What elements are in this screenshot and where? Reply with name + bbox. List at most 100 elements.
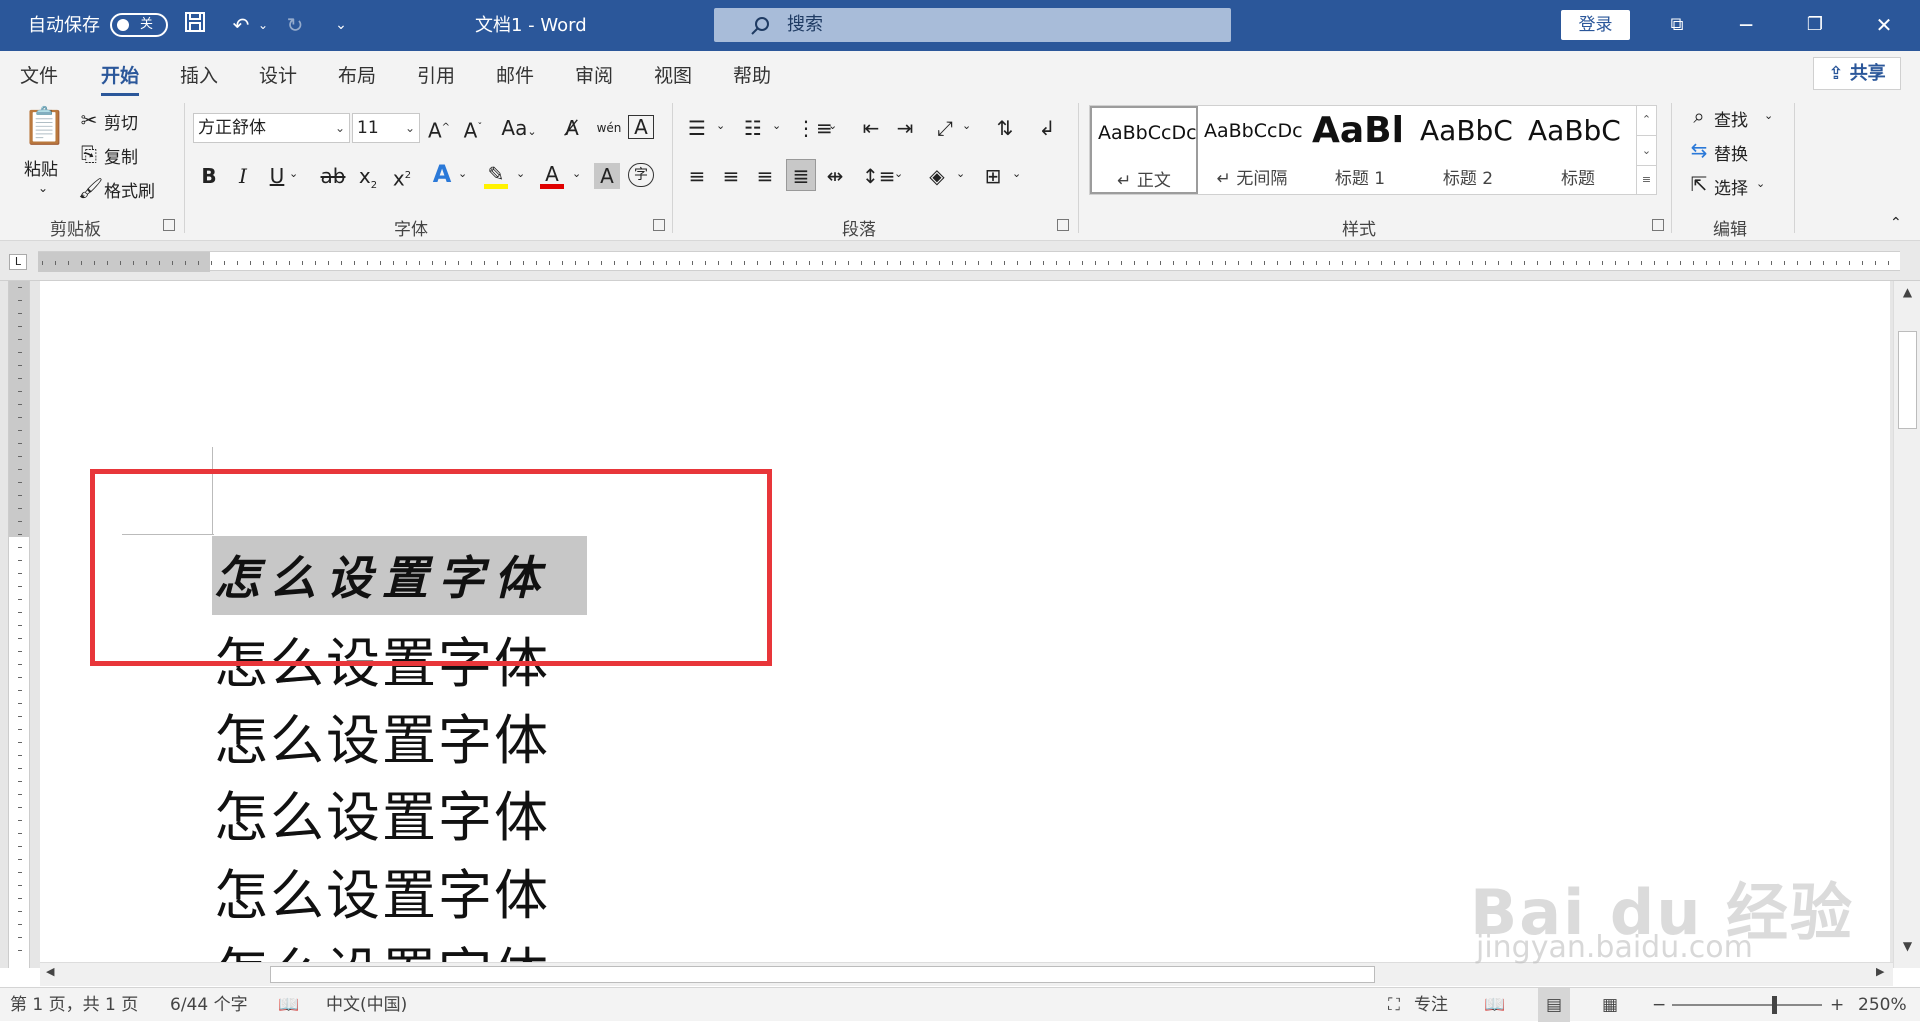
numbering-dropdown-icon[interactable]: ⌄ — [772, 119, 781, 132]
tab-layout[interactable]: 布局 — [338, 61, 376, 88]
show-marks-icon[interactable]: ↲ — [1034, 115, 1060, 141]
align-right-icon[interactable]: ≡ — [752, 163, 778, 189]
page-count[interactable]: 第 1 页，共 1 页 — [10, 988, 138, 1022]
character-border-icon[interactable]: A — [628, 115, 654, 139]
strikethrough-icon[interactable]: ab — [318, 163, 348, 189]
font-color-dropdown-icon[interactable]: ⌄ — [572, 167, 581, 180]
close-icon[interactable]: ✕ — [1869, 10, 1899, 40]
zoom-level[interactable]: 250% — [1858, 988, 1907, 1022]
increase-indent-icon[interactable]: ⇥ — [892, 115, 918, 141]
find-button[interactable]: 查找 — [1714, 106, 1748, 131]
underline-dropdown-icon[interactable]: ⌄ — [289, 167, 298, 180]
grow-font-icon[interactable]: A^ — [426, 115, 452, 144]
clipboard-launcher-icon[interactable] — [163, 219, 175, 231]
web-layout-icon[interactable]: ▦ — [1602, 988, 1618, 1022]
login-button[interactable]: 登录 — [1561, 10, 1630, 40]
tab-design[interactable]: 设计 — [259, 61, 297, 88]
italic-icon[interactable]: I — [232, 163, 254, 189]
highlight-icon[interactable]: ✎ — [482, 161, 510, 189]
cut-button[interactable]: 剪切 — [104, 109, 138, 134]
zoom-in-icon[interactable]: + — [1830, 988, 1844, 1022]
format-painter-button[interactable]: 格式刷 — [104, 177, 155, 202]
read-mode-icon[interactable]: 📖 — [1484, 988, 1505, 1022]
language-indicator[interactable]: 中文(中国) — [326, 988, 407, 1022]
line-spacing-dropdown-icon[interactable]: ⌄ — [894, 167, 903, 180]
highlight-dropdown-icon[interactable]: ⌄ — [516, 167, 525, 180]
select-button[interactable]: 选择 — [1714, 174, 1748, 199]
styles-gallery-scroll[interactable]: ⌃ ⌄ ≡ — [1636, 105, 1656, 195]
borders-icon[interactable]: ⊞ — [980, 163, 1006, 189]
superscript-icon[interactable]: x2 — [390, 163, 414, 192]
find-icon[interactable]: ⌕ — [1688, 103, 1710, 129]
gallery-more-icon[interactable]: ≡ — [1637, 165, 1656, 193]
paste-icon[interactable]: 📋 — [22, 105, 67, 149]
horizontal-scroll-thumb[interactable] — [270, 966, 1375, 983]
line-spacing-icon[interactable]: ↕≡ — [862, 163, 896, 189]
shrink-font-icon[interactable]: Aˇ — [460, 115, 486, 144]
share-button[interactable]: ⇪ 共享 — [1813, 57, 1901, 90]
zoom-slider-handle[interactable] — [1772, 996, 1777, 1014]
zoom-out-icon[interactable]: − — [1652, 988, 1666, 1022]
font-color-icon[interactable]: A — [538, 161, 566, 189]
select-cursor-icon[interactable]: ⇱ — [1688, 171, 1710, 197]
document-line[interactable]: 怎么设置字体 — [214, 773, 550, 852]
restore-icon[interactable]: ❐ — [1800, 10, 1830, 40]
focus-button[interactable]: 专注 — [1414, 988, 1448, 1022]
undo-dropdown-icon[interactable]: ⌄ — [248, 10, 278, 40]
find-dropdown-icon[interactable]: ⌄ — [1764, 109, 1773, 122]
shading-icon[interactable]: ◈ — [924, 163, 950, 189]
tab-home[interactable]: 开始 — [101, 61, 140, 96]
document-line[interactable]: 怎么设置字体 — [214, 851, 550, 930]
paragraph-launcher-icon[interactable] — [1057, 219, 1069, 231]
gallery-up-icon[interactable]: ⌃ — [1637, 105, 1656, 135]
horizontal-ruler[interactable]: L — [0, 241, 1920, 281]
tab-references[interactable]: 引用 — [417, 61, 455, 88]
subscript-icon[interactable]: x2 — [356, 163, 380, 199]
multilevel-dropdown-icon[interactable]: ⌄ — [828, 119, 837, 132]
select-dropdown-icon[interactable]: ⌄ — [1756, 177, 1765, 190]
vertical-scroll-thumb[interactable] — [1898, 331, 1917, 429]
replace-icon[interactable]: ⇆ — [1688, 137, 1710, 163]
character-shading-icon[interactable]: A — [594, 163, 620, 189]
enclose-characters-icon[interactable]: 字 — [628, 163, 654, 187]
style-normal[interactable]: AaBbCcDc ↵ 正文 — [1090, 106, 1198, 194]
word-count[interactable]: 6/44 个字 — [170, 988, 248, 1022]
vertical-ruler[interactable] — [8, 281, 30, 968]
tab-mailings[interactable]: 邮件 — [496, 61, 534, 88]
multilevel-list-icon[interactable]: ⋮≡ — [796, 115, 833, 141]
font-launcher-icon[interactable] — [653, 219, 665, 231]
text-effects-dropdown-icon[interactable]: ⌄ — [458, 167, 467, 180]
document-line[interactable]: 怎么设置字体 — [214, 696, 550, 775]
clear-formatting-icon[interactable]: A̸ — [558, 115, 586, 141]
paste-dropdown-icon[interactable]: ⌄ — [38, 181, 48, 195]
tab-insert[interactable]: 插入 — [180, 61, 218, 88]
minimize-icon[interactable]: ─ — [1731, 10, 1761, 40]
numbering-icon[interactable]: ☷ — [740, 115, 766, 141]
replace-button[interactable]: 替换 — [1714, 140, 1748, 165]
vertical-scrollbar[interactable]: ▲ ▼ — [1893, 281, 1920, 968]
tab-help[interactable]: 帮助 — [733, 61, 771, 88]
focus-icon[interactable]: ⛶ — [1388, 988, 1400, 1022]
styles-launcher-icon[interactable] — [1652, 219, 1664, 231]
format-painter-icon[interactable]: 🖌 — [78, 175, 103, 201]
bold-icon[interactable]: B — [198, 163, 220, 189]
text-effects-icon[interactable]: A — [428, 161, 456, 187]
copy-button[interactable]: 复制 — [104, 143, 138, 168]
zoom-slider[interactable] — [1672, 1004, 1822, 1006]
borders-dropdown-icon[interactable]: ⌄ — [1012, 167, 1021, 180]
change-case-button[interactable]: Aa⌄ — [499, 115, 539, 145]
underline-icon[interactable]: U — [266, 163, 288, 189]
scroll-up-icon[interactable]: ▲ — [1894, 285, 1920, 299]
scroll-right-icon[interactable]: ▶ — [1876, 965, 1884, 978]
style-heading-2[interactable]: AaBbC 标题 2 — [1414, 106, 1522, 194]
tab-review[interactable]: 审阅 — [575, 61, 613, 88]
distributed-icon[interactable]: ⇹ — [822, 163, 848, 189]
redo-icon[interactable]: ↻ — [280, 10, 310, 40]
align-center-icon[interactable]: ≡ — [718, 163, 744, 189]
copy-icon[interactable]: ⎘ — [78, 141, 100, 167]
justify-icon[interactable]: ≣ — [786, 159, 816, 191]
document-page[interactable]: 怎么设置字体 怎么设置字体 怎么设置字体 怎么设置字体 怎么设置字体 怎么设置字… — [40, 281, 1890, 968]
save-icon[interactable] — [180, 10, 210, 40]
gallery-down-icon[interactable]: ⌄ — [1637, 135, 1656, 165]
shading-dropdown-icon[interactable]: ⌄ — [956, 167, 965, 180]
